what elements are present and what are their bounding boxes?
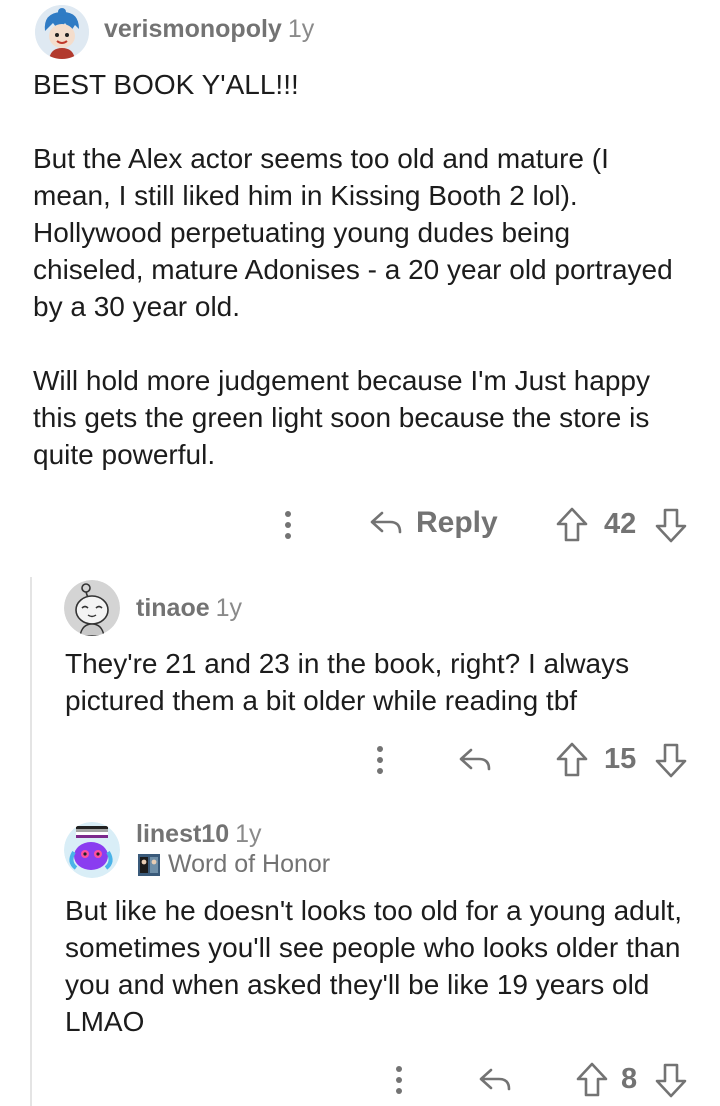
comment-body: BEST BOOK Y'ALL!!! But the Alex actor se…: [33, 66, 683, 473]
flair-text: Word of Honor: [168, 850, 331, 878]
more-options-icon: [396, 1066, 402, 1094]
reply-arrow-icon: [370, 511, 402, 534]
more-options-button[interactable]: [387, 1063, 411, 1097]
vote-count: 42: [604, 508, 637, 540]
reply-button[interactable]: [477, 1062, 513, 1098]
comment-paragraph: They're 21 and 23 in the book, right? I …: [65, 648, 630, 716]
comment-body: They're 21 and 23 in the book, right? I …: [65, 645, 690, 719]
more-options-button[interactable]: [276, 508, 300, 542]
more-options-icon: [285, 511, 291, 539]
thread-line[interactable]: [30, 577, 32, 1106]
comment-paragraph: But the Alex actor seems too old and mat…: [33, 143, 673, 322]
avatar[interactable]: [64, 822, 120, 878]
username-text[interactable]: verismonopoly: [104, 15, 282, 43]
username-text[interactable]: tinaoe: [136, 594, 210, 622]
comment-age: 1y: [287, 15, 315, 43]
user-flair: Word of Honor: [138, 850, 330, 879]
reply-arrow-icon: [479, 1068, 511, 1091]
comment-paragraph: BEST BOOK Y'ALL!!!: [33, 69, 299, 100]
upvote-icon: [556, 507, 588, 542]
avatar[interactable]: [64, 580, 120, 636]
comment-paragraph: But like he doesn't looks too old for a …: [65, 895, 683, 1037]
username[interactable]: tinaoe 1y: [136, 594, 242, 623]
reply-button[interactable]: [457, 742, 493, 778]
vote-score: 15: [604, 743, 636, 776]
comment-age: 1y: [235, 820, 262, 848]
vote-score: 42: [604, 508, 636, 541]
comment-paragraph: Will hold more judgement because I'm Jus…: [33, 365, 650, 470]
vote-score: 8: [621, 1063, 637, 1096]
reply-arrow-icon: [459, 748, 491, 771]
downvote-icon: [655, 508, 687, 543]
upvote-button[interactable]: [555, 741, 589, 779]
username-text[interactable]: linest10: [136, 820, 229, 848]
upvote-button[interactable]: [575, 1061, 609, 1099]
flair-image-icon: [138, 853, 160, 876]
downvote-button[interactable]: [654, 506, 688, 544]
downvote-icon: [655, 1063, 687, 1098]
reply-button[interactable]: Reply: [368, 505, 498, 541]
downvote-button[interactable]: [654, 741, 688, 779]
upvote-icon: [556, 742, 588, 777]
reply-label: Reply: [416, 506, 498, 539]
upvote-button[interactable]: [555, 506, 589, 544]
vote-count: 8: [621, 1063, 638, 1095]
vote-count: 15: [604, 743, 637, 775]
upvote-icon: [576, 1062, 608, 1097]
username[interactable]: verismonopoly 1y: [104, 15, 314, 44]
more-options-icon: [377, 746, 383, 774]
downvote-icon: [655, 743, 687, 778]
comment-age: 1y: [215, 594, 243, 622]
comment-body: But like he doesn't looks too old for a …: [65, 892, 695, 1040]
username[interactable]: linest10 1y: [136, 820, 262, 849]
downvote-button[interactable]: [654, 1061, 688, 1099]
avatar[interactable]: [35, 5, 89, 59]
more-options-button[interactable]: [368, 743, 392, 777]
